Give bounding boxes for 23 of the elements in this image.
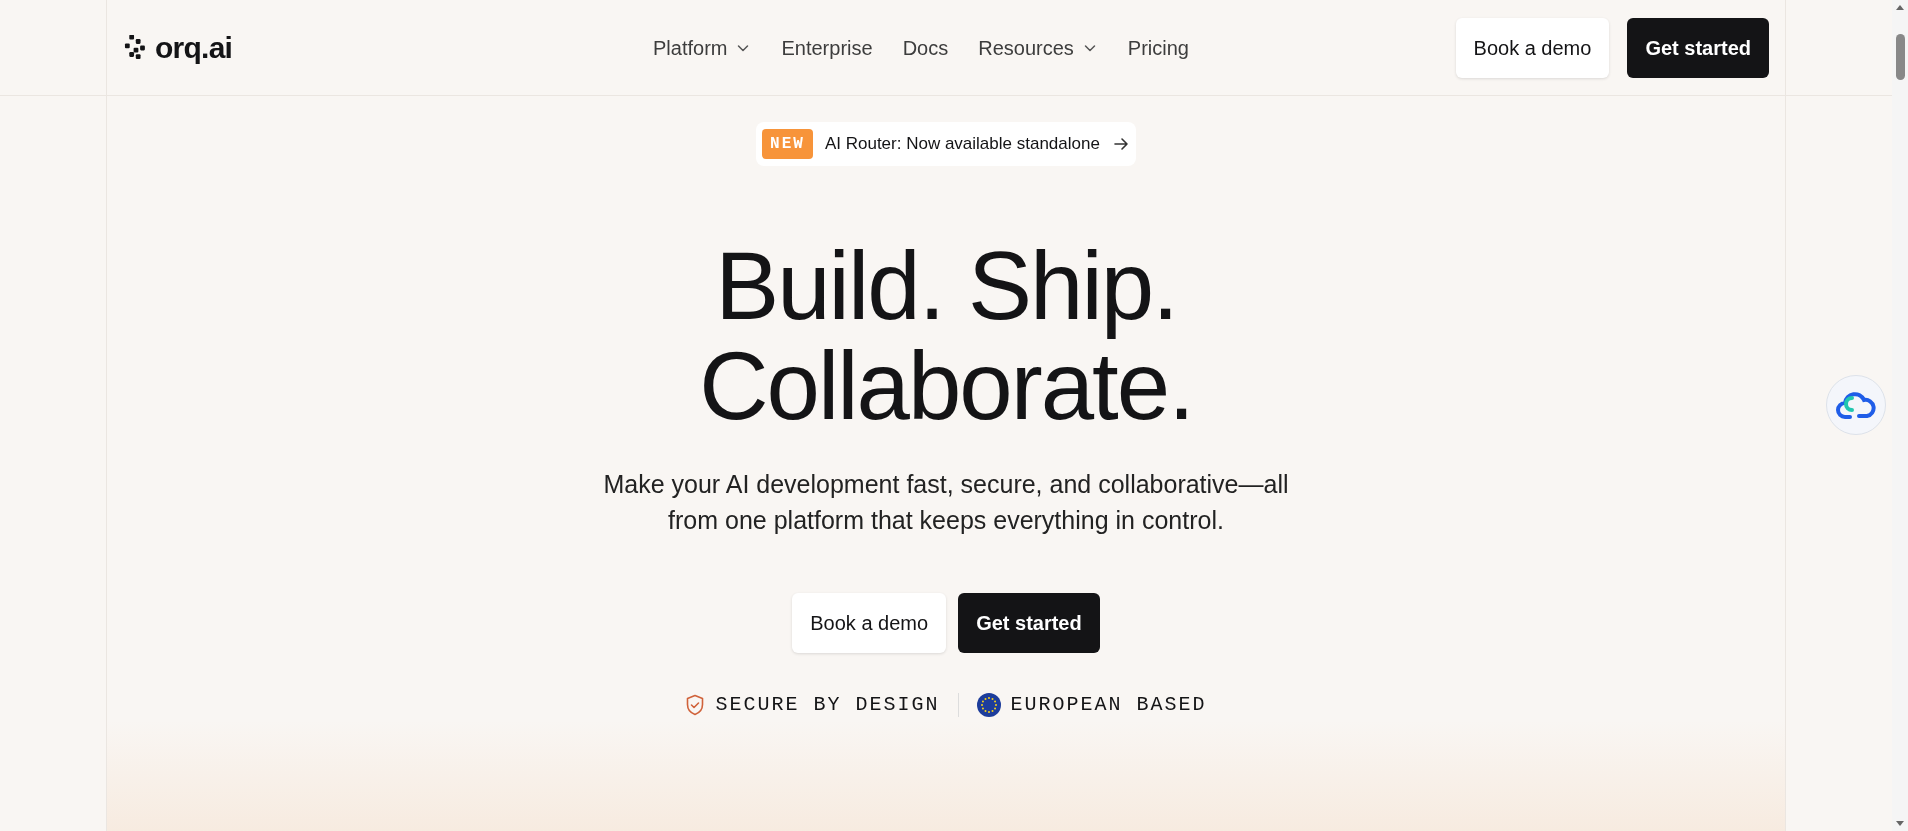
book-demo-button[interactable]: Book a demo	[1455, 17, 1610, 78]
cloud-icon	[1836, 390, 1876, 420]
shield-icon	[685, 694, 706, 716]
hero-subtitle: Make your AI development fast, secure, and collaborative—all	[603, 469, 1289, 500]
new-badge: NEW	[762, 129, 813, 159]
announcement-text: AI Router: Now available standalone	[824, 133, 1100, 156]
eu-flag-icon	[976, 693, 1001, 717]
scrollbar[interactable]	[1892, 0, 1908, 831]
nav-link[interactable]: Docs	[902, 32, 949, 63]
book-demo-button[interactable]: Book a demo	[792, 593, 947, 653]
nav-link[interactable]: Resources	[978, 32, 1098, 63]
nav-link[interactable]: Platform	[653, 32, 752, 63]
hero-subtitle: from one platform that keeps everything in control.	[668, 505, 1224, 536]
trust-label: SECURE BY DESIGN	[715, 692, 940, 718]
scrollbar-thumb[interactable]	[1895, 34, 1905, 80]
trust-label: EUROPEAN BASED	[1010, 692, 1207, 718]
nav-link[interactable]: Pricing	[1127, 32, 1189, 63]
arrow-right-icon	[1111, 135, 1130, 153]
get-started-button[interactable]: Get started	[958, 593, 1100, 653]
nav-link[interactable]: Enterprise	[781, 32, 873, 63]
get-started-button[interactable]: Get started	[1627, 17, 1769, 78]
announcement-banner[interactable]: NEW AI Router: Now available standalone	[756, 122, 1136, 166]
logo-text[interactable]: orq.ai	[155, 25, 233, 70]
